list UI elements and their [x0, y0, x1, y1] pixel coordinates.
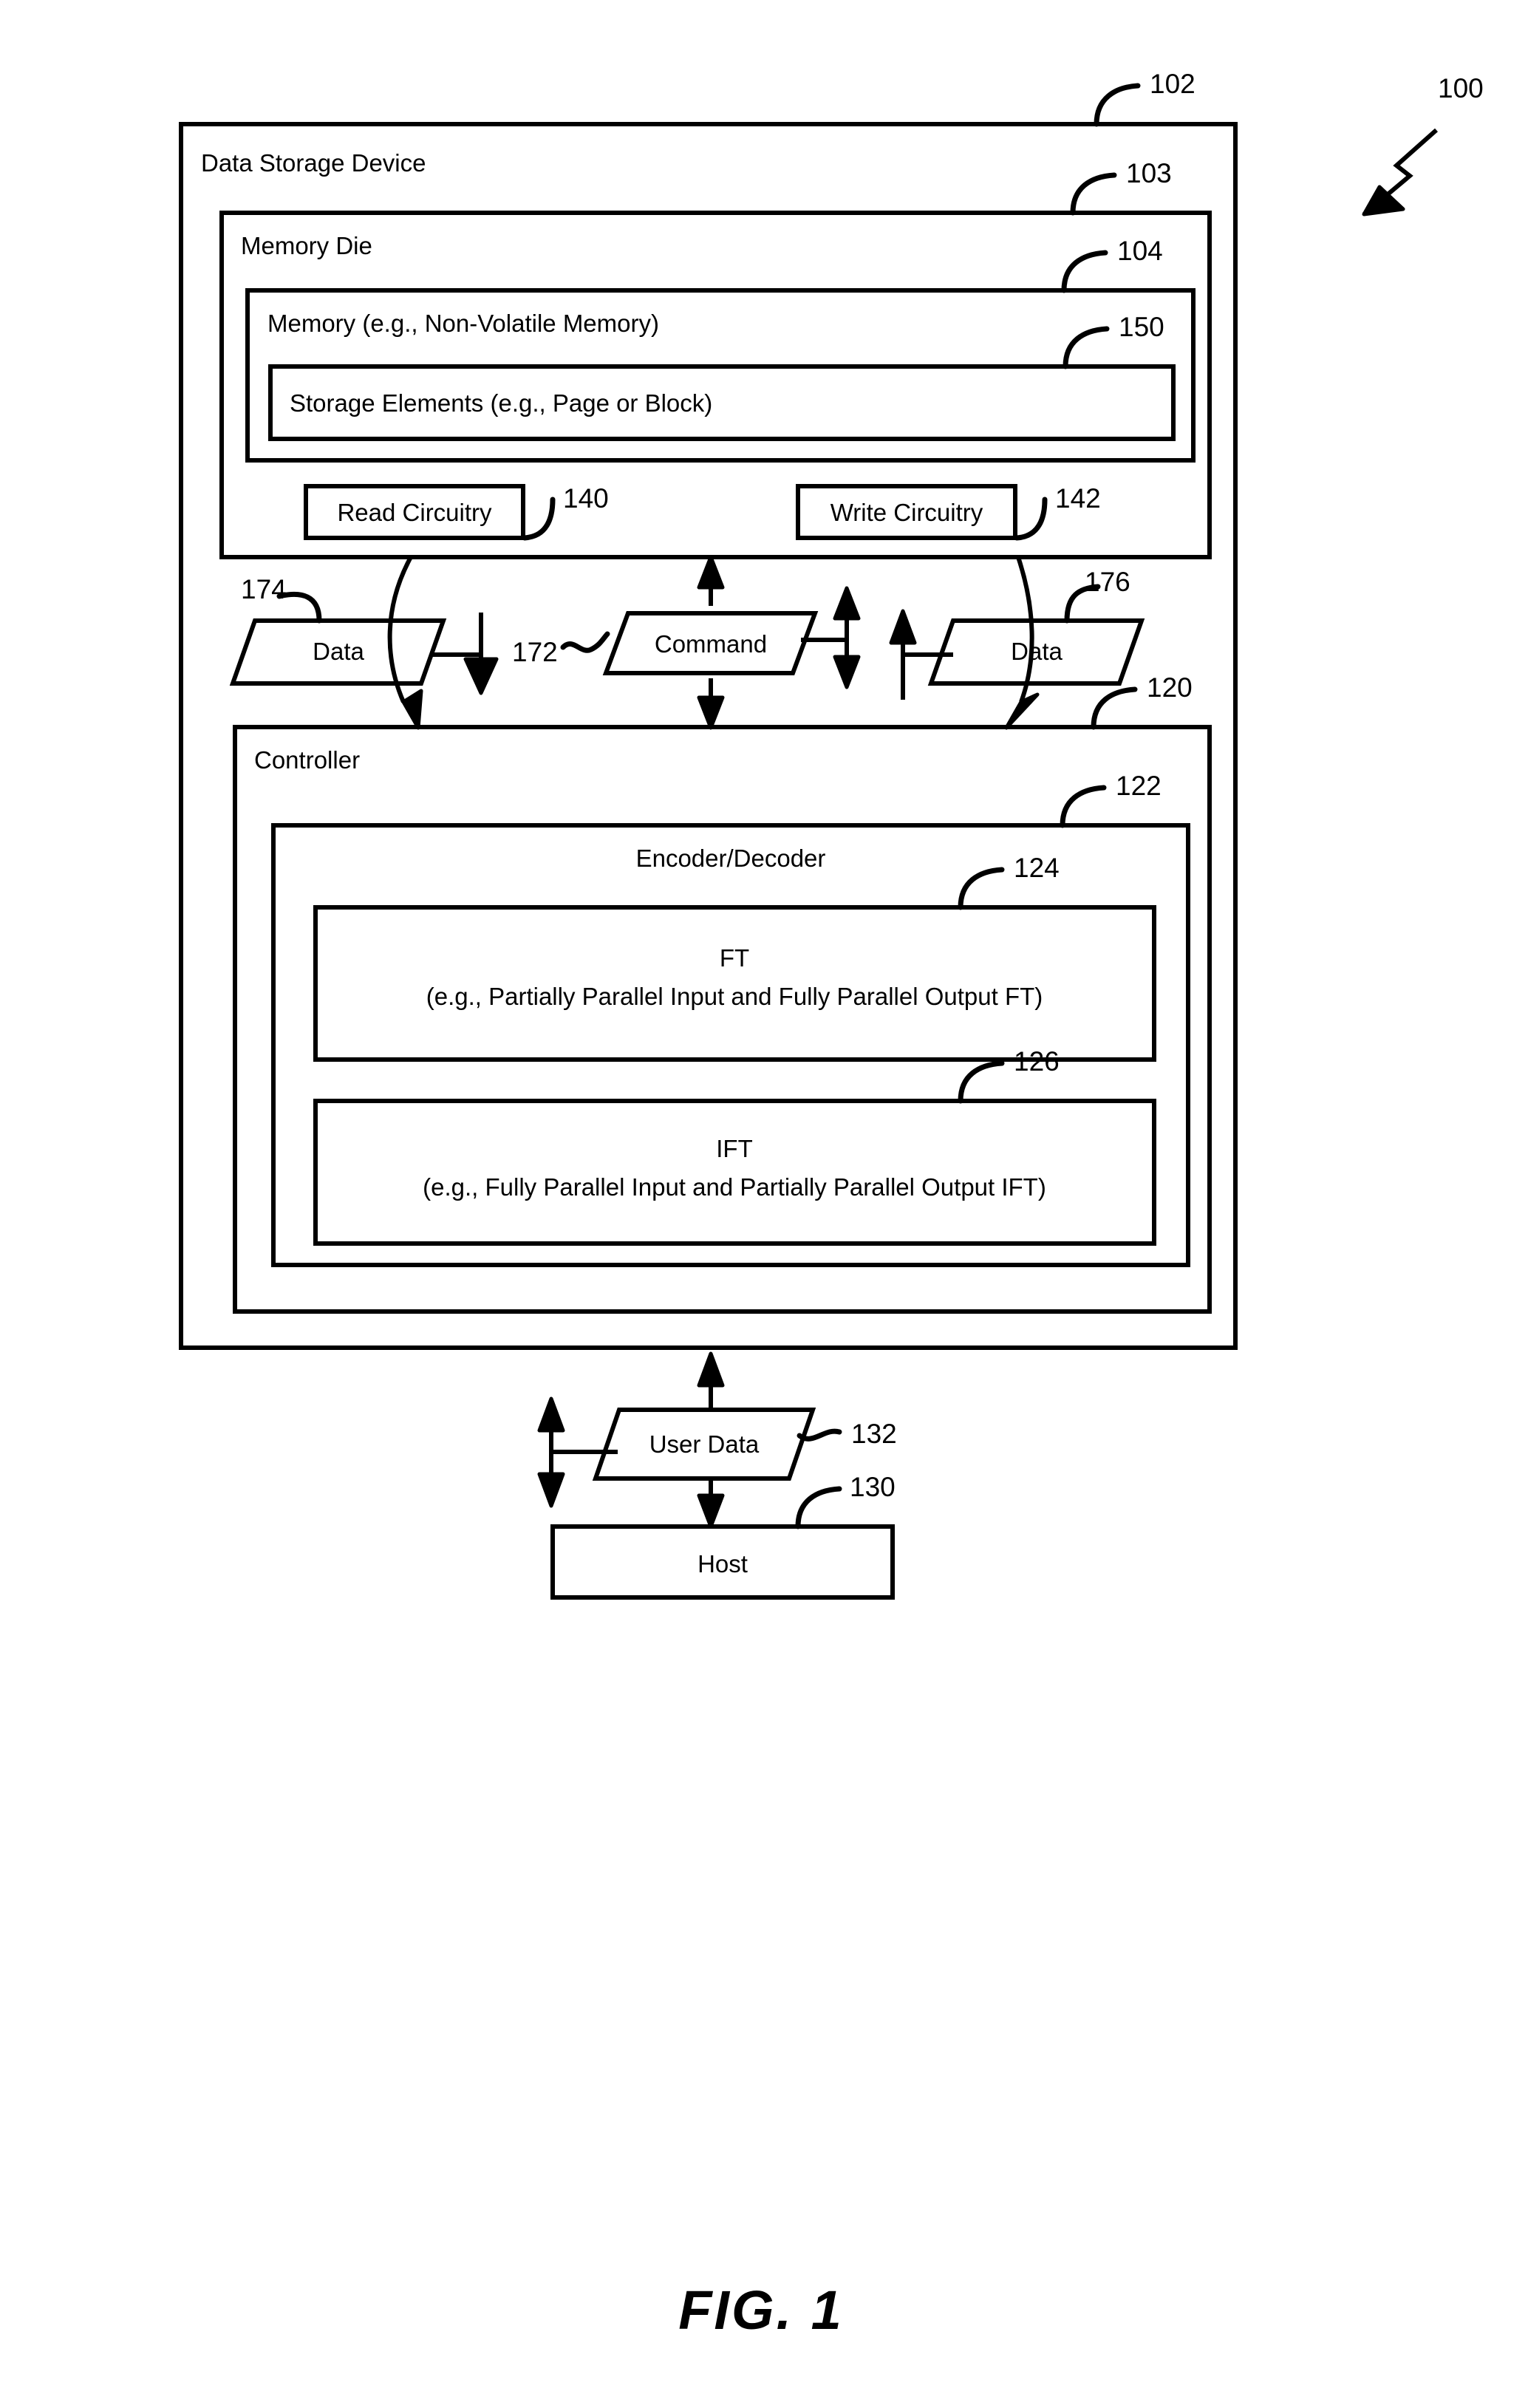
ft-label-line1: FT — [720, 944, 749, 972]
arrow-bidirectional-right-of-command — [801, 586, 861, 689]
controller-label: Controller — [254, 746, 360, 774]
memory-label: Memory (e.g., Non-Volatile Memory) — [267, 310, 659, 337]
ref-104: 104 — [1117, 236, 1163, 266]
host-label: Host — [698, 1550, 748, 1578]
leader-120 — [1091, 686, 1138, 730]
leader-124 — [958, 867, 1005, 910]
leader-104 — [1061, 250, 1108, 293]
storage-elements-label: Storage Elements (e.g., Page or Block) — [290, 389, 712, 417]
ref-120: 120 — [1147, 672, 1193, 703]
data-storage-device-label: Data Storage Device — [201, 149, 426, 177]
ref-172: 172 — [512, 637, 558, 667]
ref-102: 102 — [1150, 69, 1196, 99]
leader-140 — [522, 497, 556, 541]
leader-103 — [1070, 172, 1117, 216]
patent-figure: Data Storage Device 102 100 Memory Die 1… — [0, 0, 1528, 2408]
user-data-label: User Data — [649, 1430, 760, 1458]
ref-103: 103 — [1126, 158, 1172, 188]
ref-100: 100 — [1438, 73, 1484, 103]
ift-label-line2: (e.g., Fully Parallel Input and Partiall… — [423, 1173, 1046, 1201]
data-right-label: Data — [1011, 638, 1063, 665]
memory-die-label: Memory Die — [241, 232, 372, 259]
data-storage-device-box — [179, 122, 1238, 1350]
ref-140: 140 — [563, 483, 609, 514]
arrow-memory-die-to-controller-left — [387, 556, 423, 730]
write-circuitry-label: Write Circuitry — [830, 499, 983, 526]
arrow-up-to-data-right — [889, 609, 953, 700]
data-left-label: Data — [313, 638, 364, 665]
figure-caption: FIG. 1 — [678, 2279, 844, 2341]
ref-126: 126 — [1014, 1046, 1060, 1077]
ref-150: 150 — [1119, 312, 1164, 342]
leader-142 — [1014, 497, 1048, 541]
leader-102 — [1094, 83, 1141, 127]
ift-label-line1: IFT — [716, 1135, 752, 1162]
figure-1-block-diagram: Data Storage Device 102 100 Memory Die 1… — [179, 69, 1484, 2341]
ift-box — [313, 1099, 1156, 1246]
encoder-decoder-label: Encoder/Decoder — [636, 845, 826, 872]
ref-130: 130 — [850, 1472, 896, 1502]
ref-132: 132 — [851, 1419, 897, 1449]
leader-150 — [1063, 326, 1110, 369]
system-pointer-100 — [1362, 128, 1438, 216]
ref-176: 176 — [1085, 567, 1130, 597]
ref-174: 174 — [241, 574, 287, 604]
ref-122: 122 — [1116, 771, 1162, 801]
leader-130 — [795, 1486, 842, 1529]
leader-122 — [1060, 785, 1107, 828]
read-circuitry-label: Read Circuitry — [337, 499, 492, 526]
arrow-user-data-up-to-device — [697, 1351, 725, 1408]
command-label: Command — [655, 630, 767, 658]
leader-172-squiggle — [560, 631, 610, 653]
arrow-user-data-down-to-host — [697, 1478, 725, 1529]
ft-label-line2: (e.g., Partially Parallel Input and Full… — [426, 983, 1043, 1010]
ref-124: 124 — [1014, 853, 1060, 883]
leader-126 — [958, 1060, 1005, 1104]
ref-142: 142 — [1055, 483, 1101, 514]
